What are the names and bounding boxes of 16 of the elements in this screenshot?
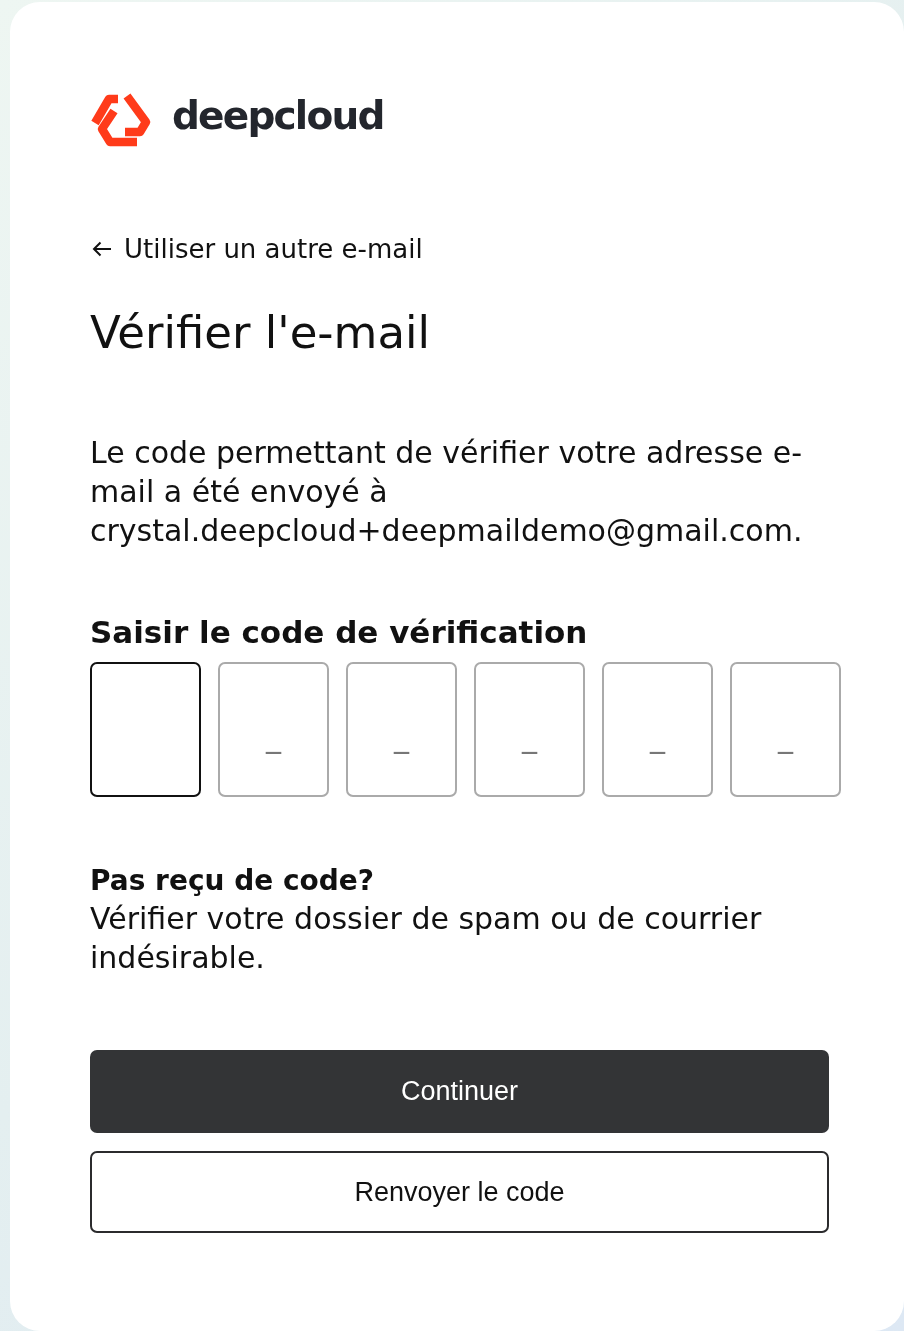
code-label: Saisir le code de vérification — [90, 613, 589, 651]
continue-button[interactable]: Continuer — [90, 1050, 829, 1133]
code-digit-field[interactable]: _ — [730, 662, 841, 797]
help-title: Pas reçu de code? — [90, 863, 376, 899]
code-digit-field[interactable]: _ — [474, 662, 585, 797]
code-digit-field[interactable]: _ — [602, 662, 713, 797]
logo-wordmark: deepcloud — [172, 92, 384, 140]
back-link[interactable]: Utiliser un autre e-mail — [92, 234, 423, 264]
resend-code-button[interactable]: Renvoyer le code — [90, 1151, 829, 1233]
arrow-left-icon — [92, 241, 112, 257]
description-text: Le code permettant de vérifier votre adresse e-mail a été envoyé à crystal.deepcloud+deepmaildemo@gmail.com. — [90, 434, 804, 550]
code-digit-field[interactable] — [90, 662, 201, 797]
code-digit-field[interactable]: _ — [218, 662, 329, 797]
help-text: Vérifier votre dossier de spam ou de courrier indésirable. — [90, 900, 763, 977]
page-title: Vérifier l'e-mail — [90, 306, 432, 360]
code-digit-field[interactable]: _ — [346, 662, 457, 797]
